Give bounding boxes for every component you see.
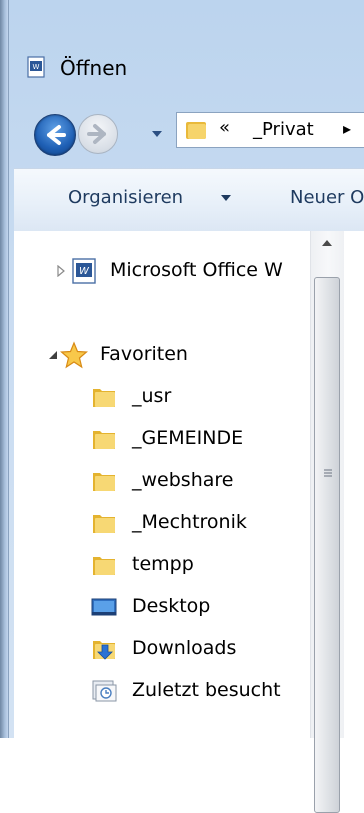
new-folder-button[interactable]: Neuer O (290, 187, 364, 208)
tree-item-label: Zuletzt besucht (132, 679, 281, 701)
address-path-segment[interactable]: _Privat (253, 119, 314, 140)
folder-icon (93, 431, 115, 449)
tree-item-downloads[interactable]: Downloads (14, 629, 314, 669)
tree-item-tempp[interactable]: tempp (14, 545, 314, 585)
tree-item-usr[interactable]: _usr (14, 377, 314, 417)
window-title: Öffnen (60, 56, 128, 80)
tree-item-label: Desktop (132, 595, 211, 617)
scroll-grip-icon (324, 469, 332, 477)
tree-item-microsoft-office[interactable]: W Microsoft Office W (14, 251, 314, 291)
word-icon: W (72, 258, 96, 284)
tree-item-favoriten[interactable]: Favoriten (14, 335, 314, 375)
recent-pages-dropdown-icon[interactable] (150, 128, 164, 140)
scroll-up-arrow-icon[interactable] (321, 239, 333, 247)
tree-item-label: _usr (132, 385, 172, 407)
content-pane-edge (344, 231, 364, 738)
star-icon (60, 341, 88, 369)
chevron-down-icon (221, 195, 231, 201)
back-button[interactable] (34, 114, 76, 156)
tree-item-mechtronik[interactable]: _Mechtronik (14, 503, 314, 543)
downloads-icon (93, 641, 115, 660)
arrow-right-icon (87, 124, 106, 144)
collapse-arrow-icon[interactable] (48, 349, 58, 361)
tree-item-recent-places[interactable]: Zuletzt besucht (14, 671, 314, 711)
svg-text:W: W (79, 266, 90, 277)
forward-button[interactable] (78, 114, 118, 154)
organize-button[interactable]: Organisieren (68, 187, 183, 208)
folder-icon (93, 473, 115, 491)
word-document-icon: W (27, 56, 45, 78)
tree-item-label: Downloads (132, 637, 237, 659)
svg-text:W: W (33, 63, 40, 71)
folder-icon (93, 389, 115, 407)
tree-item-label: _Mechtronik (132, 511, 247, 533)
tree-item-label: tempp (132, 553, 194, 575)
tree-item-label: _GEMEINDE (132, 427, 244, 449)
scrollbar-thumb[interactable] (314, 277, 340, 813)
vertical-scrollbar[interactable] (310, 231, 345, 813)
address-overflow-chevron[interactable]: « (219, 117, 230, 138)
recent-places-icon (92, 680, 117, 702)
address-segment-arrow[interactable]: ▸ (343, 119, 351, 138)
arrow-left-icon (47, 125, 66, 145)
tree-item-label: _webshare (132, 469, 234, 491)
desktop-icon (91, 598, 117, 616)
folder-icon (93, 515, 115, 533)
window-border (0, 0, 9, 738)
expand-arrow-icon[interactable] (56, 265, 66, 277)
folder-icon (93, 557, 115, 575)
command-toolbar: Organisieren Neuer O (14, 168, 364, 232)
tree-item-label: Favoriten (100, 343, 188, 365)
tree-item-webshare[interactable]: _webshare (14, 461, 314, 501)
address-bar[interactable]: « _Privat ▸ (176, 112, 364, 148)
tree-item-label: Microsoft Office W (110, 259, 283, 281)
tree-item-gemeinde[interactable]: _GEMEINDE (14, 419, 314, 459)
tree-item-desktop[interactable]: Desktop (14, 587, 314, 627)
folder-icon (186, 122, 206, 139)
